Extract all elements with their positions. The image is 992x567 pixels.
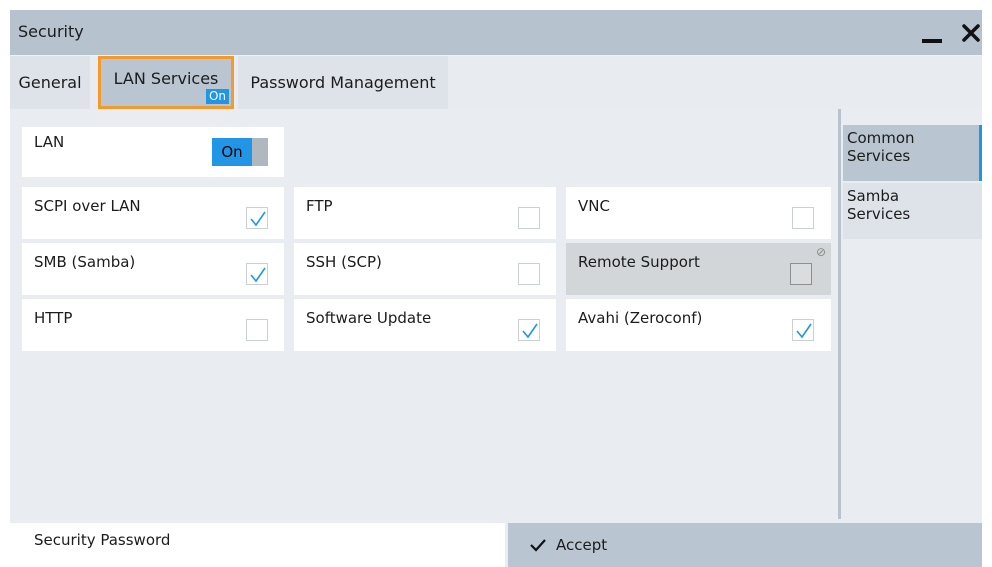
- service-label: FTP: [306, 197, 333, 215]
- security-password-label: Security Password: [34, 531, 171, 549]
- service-label: SSH (SCP): [306, 253, 382, 271]
- scpi-over-lan-checkbox[interactable]: [246, 207, 268, 229]
- service-http: HTTP: [22, 299, 284, 351]
- side-navigation: Common Services Samba Services: [835, 109, 982, 519]
- tab-label: Password Management: [250, 73, 436, 92]
- ftp-checkbox[interactable]: [518, 207, 540, 229]
- lan-row: LAN On: [22, 127, 284, 177]
- sidenav-divider: [838, 109, 841, 519]
- service-software-update: Software Update: [294, 299, 556, 351]
- minimize-button[interactable]: [910, 10, 950, 55]
- smb-samba-checkbox[interactable]: [246, 263, 268, 285]
- lan-label: LAN: [34, 133, 65, 151]
- service-remote-support: Remote Support ⊘: [566, 243, 831, 295]
- sidenav-item-samba-services[interactable]: Samba Services: [843, 183, 982, 239]
- accept-button[interactable]: Accept: [508, 523, 982, 567]
- checkmark-icon: [530, 539, 546, 552]
- check-icon: [250, 211, 266, 227]
- service-label: HTTP: [34, 309, 73, 327]
- check-icon: [522, 323, 538, 339]
- security-password-field[interactable]: Security Password: [10, 523, 505, 567]
- sidenav-label-line1: Samba: [847, 187, 900, 205]
- check-icon: [796, 323, 812, 339]
- remote-support-checkbox: [790, 263, 812, 285]
- service-label: SCPI over LAN: [34, 197, 141, 215]
- ssh-scp-checkbox[interactable]: [518, 263, 540, 285]
- dialog-title: Security: [18, 22, 84, 41]
- check-icon: [250, 267, 266, 283]
- close-icon: [962, 24, 980, 42]
- service-label: Remote Support: [578, 253, 700, 271]
- blocked-icon: ⊘: [816, 245, 827, 259]
- close-button[interactable]: [954, 10, 992, 55]
- service-label: VNC: [578, 197, 610, 215]
- service-label: Software Update: [306, 309, 432, 327]
- sidenav-label-line2: Services: [847, 205, 911, 223]
- service-scpi-over-lan: SCPI over LAN: [22, 187, 284, 239]
- status-badge: On: [205, 89, 229, 104]
- avahi-zeroconf-checkbox[interactable]: [792, 319, 814, 341]
- service-label: Avahi (Zeroconf): [578, 309, 703, 327]
- tab-general[interactable]: General: [10, 56, 90, 109]
- toggle-state: On: [212, 138, 252, 166]
- service-avahi-zeroconf: Avahi (Zeroconf): [566, 299, 831, 351]
- tab-password-management[interactable]: Password Management: [238, 56, 448, 109]
- lan-services-panel: LAN On SCPI over LAN FTP VNC SMB (Samba): [10, 109, 835, 519]
- vnc-checkbox[interactable]: [792, 207, 814, 229]
- accept-label: Accept: [556, 536, 608, 554]
- title-bar: Security: [10, 10, 982, 55]
- lan-toggle[interactable]: On: [212, 138, 268, 166]
- minimize-icon: [922, 39, 942, 43]
- sidenav-label-line1: Common: [847, 129, 915, 147]
- sidenav-label-line2: Services: [847, 147, 911, 165]
- service-ftp: FTP: [294, 187, 556, 239]
- bottom-bar: Security Password Accept: [10, 519, 982, 567]
- service-vnc: VNC: [566, 187, 831, 239]
- software-update-checkbox[interactable]: [518, 319, 540, 341]
- http-checkbox[interactable]: [246, 319, 268, 341]
- tab-lan-services[interactable]: LAN Services On: [98, 56, 234, 109]
- security-dialog: Security General LAN Services On Passwor…: [10, 10, 982, 567]
- service-ssh-scp: SSH (SCP): [294, 243, 556, 295]
- tab-label: LAN Services: [113, 69, 219, 88]
- service-smb-samba: SMB (Samba): [22, 243, 284, 295]
- toggle-knob: [252, 138, 268, 166]
- tab-bar: General LAN Services On Password Managem…: [10, 56, 982, 109]
- sidenav-item-common-services[interactable]: Common Services: [843, 125, 982, 181]
- service-label: SMB (Samba): [34, 253, 136, 271]
- tab-label: General: [18, 73, 82, 92]
